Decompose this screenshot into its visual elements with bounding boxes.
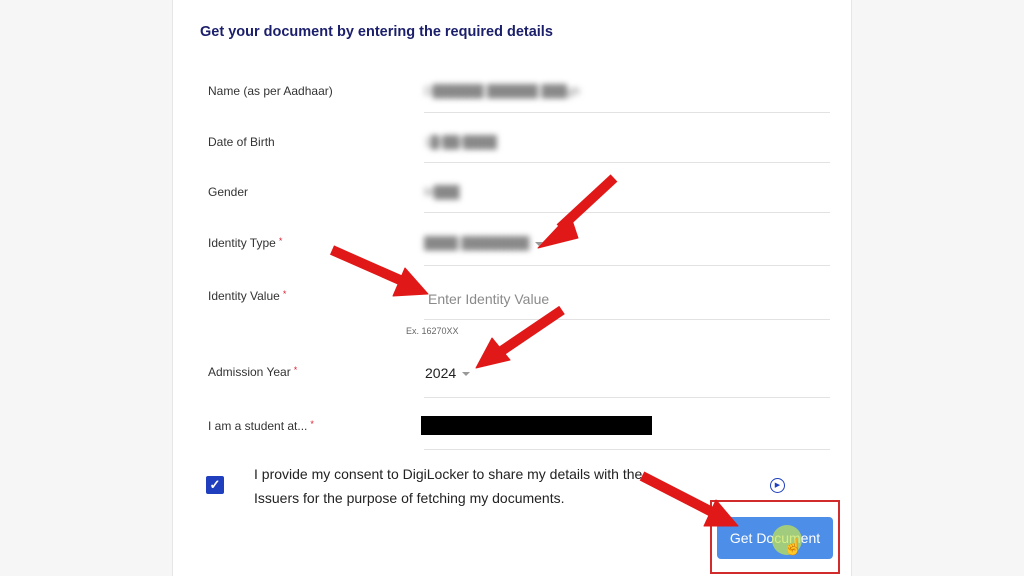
identity-type-label: Identity Type * [208, 236, 283, 250]
dropdown-caret-icon [462, 372, 471, 377]
check-icon: ✓ [209, 477, 221, 492]
name-label: Name (as per Aadhaar) [208, 84, 333, 98]
student-at-label: I am a student at... * [208, 419, 314, 433]
admission-year-label: Admission Year * [208, 365, 298, 379]
dropdown-caret-icon [535, 241, 544, 246]
divider [424, 212, 830, 213]
play-circle-icon[interactable]: ▶ [770, 478, 785, 493]
consent-text: I provide my consent to DigiLocker to sh… [254, 466, 643, 506]
divider [424, 265, 830, 266]
dob-value: 1█/██/████ [424, 135, 497, 149]
gender-label: Gender [208, 185, 249, 199]
divider [424, 397, 830, 398]
student-at-select-redacted[interactable] [421, 416, 652, 435]
consent-checkbox[interactable]: ✓ [206, 476, 224, 494]
identity-value-label: Identity Value * [208, 289, 287, 303]
identity-value-hint: Ex. 16270XX [406, 326, 459, 336]
name-value: D██████ ██████ ███gh [424, 84, 581, 98]
identity-value-input[interactable] [424, 288, 832, 310]
admission-year-select[interactable]: 2024 [425, 365, 471, 381]
divider [424, 319, 830, 320]
required-mark: * [282, 289, 287, 299]
get-document-button[interactable]: Get Document [717, 517, 833, 559]
divider [424, 162, 830, 163]
divider [424, 449, 830, 450]
admission-year-value: 2024 [425, 365, 457, 381]
page-heading: Get your document by entering the requir… [200, 24, 553, 40]
gender-value: M███ [424, 185, 460, 199]
identity-type-value: ████ ████████ [424, 236, 530, 250]
dob-label: Date of Birth [208, 135, 275, 149]
required-mark: * [278, 236, 283, 246]
required-mark: * [310, 419, 314, 429]
identity-type-select[interactable]: ████ ████████ [424, 236, 544, 250]
required-mark: * [293, 365, 298, 375]
divider [424, 112, 830, 113]
